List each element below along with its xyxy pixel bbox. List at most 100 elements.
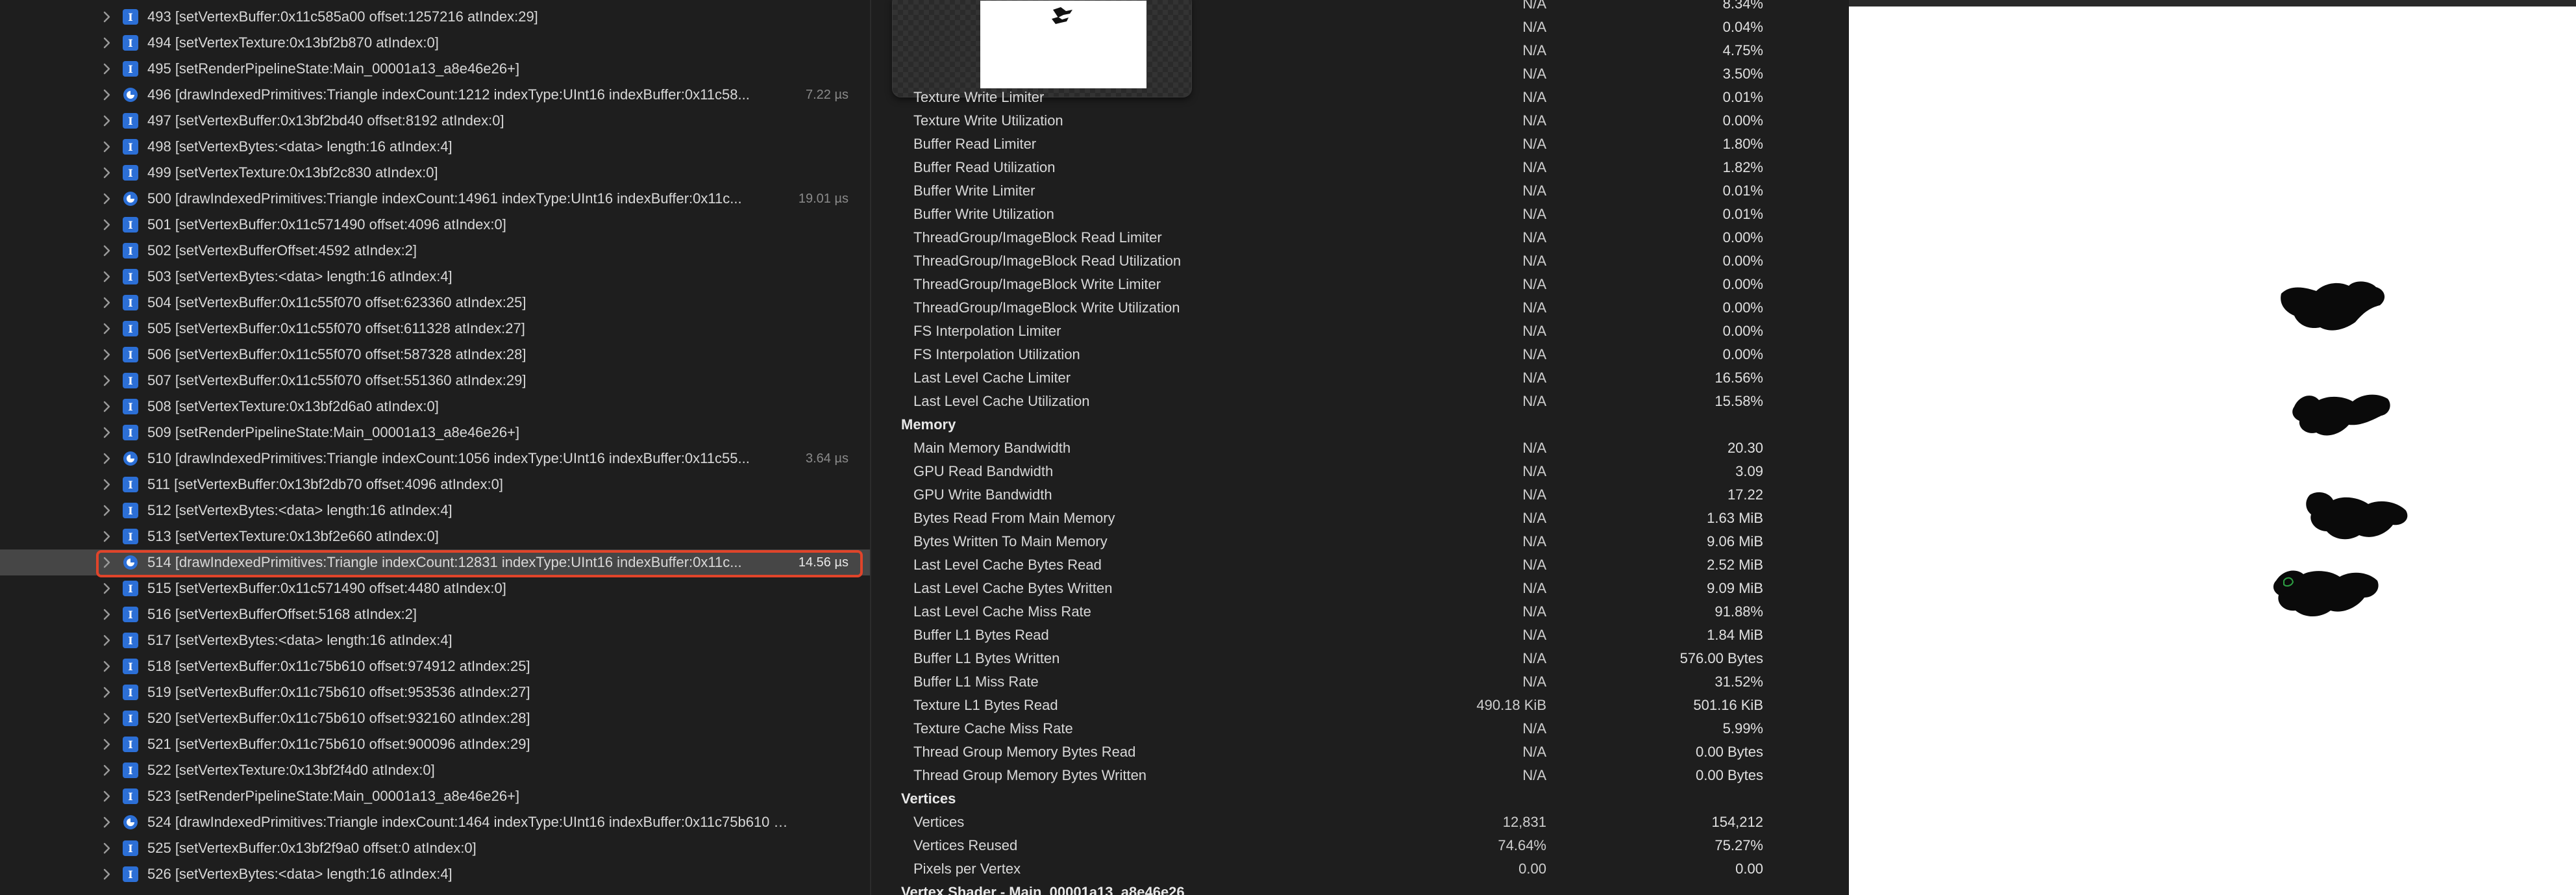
chevron-right-icon[interactable] xyxy=(103,866,112,882)
chevron-right-icon[interactable] xyxy=(103,61,112,77)
command-row[interactable]: I 498 [setVertexBytes:<data> length:16 at… xyxy=(0,134,870,160)
chevron-right-icon[interactable] xyxy=(103,581,112,596)
chevron-right-icon[interactable] xyxy=(103,217,112,233)
chevron-right-icon[interactable] xyxy=(103,685,112,700)
chevron-right-icon[interactable] xyxy=(103,503,112,518)
command-row[interactable]: I 502 [setVertexBufferOffset:4592 atIndex… xyxy=(0,238,870,264)
command-row[interactable]: I 508 [setVertexTexture:0x13bf2d6a0 atInd… xyxy=(0,394,870,420)
counter-row[interactable]: N/A 4.75% xyxy=(871,39,1850,62)
chevron-right-icon[interactable] xyxy=(103,633,112,648)
chevron-right-icon[interactable] xyxy=(103,295,112,310)
counter-row[interactable]: FS Interpolation Limiter N/A 0.00% xyxy=(871,320,1850,343)
chevron-right-icon[interactable] xyxy=(103,243,112,258)
command-row[interactable]: I 505 [setVertexBuffer:0x11c55f070 offset… xyxy=(0,316,870,342)
draw-call-row[interactable]: 496 [drawIndexedPrimitives:Triangle inde… xyxy=(0,82,870,108)
render-viewport[interactable] xyxy=(1849,0,2576,895)
command-row[interactable]: I 518 [setVertexBuffer:0x11c75b610 offset… xyxy=(0,653,870,679)
chevron-right-icon[interactable] xyxy=(103,477,112,492)
counter-row[interactable]: ThreadGroup/ImageBlock Write Limiter N/A 0… xyxy=(871,273,1850,296)
chevron-right-icon[interactable] xyxy=(103,35,112,51)
command-row[interactable]: I 522 [setVertexTexture:0x13bf2f4d0 atInd… xyxy=(0,757,870,783)
chevron-right-icon[interactable] xyxy=(103,659,112,674)
chevron-right-icon[interactable] xyxy=(103,763,112,778)
draw-call-row[interactable]: 514 [drawIndexedPrimitives:Triangle inde… xyxy=(0,549,870,577)
counter-row[interactable]: Texture L1 Bytes Read 490.18 KiB 501.16 Ki… xyxy=(871,694,1850,717)
counter-row[interactable]: Last Level Cache Utilization N/A 15.58% xyxy=(871,390,1850,413)
chevron-right-icon[interactable] xyxy=(103,191,112,207)
counter-row[interactable]: Texture Write Limiter N/A 0.01% xyxy=(871,86,1850,109)
counter-row[interactable]: N/A 8.34% xyxy=(871,0,1850,16)
chevron-right-icon[interactable] xyxy=(103,737,112,752)
chevron-right-icon[interactable] xyxy=(103,165,112,181)
command-row[interactable]: I 494 [setVertexTexture:0x13bf2b870 atInd… xyxy=(0,30,870,56)
counter-row[interactable]: Buffer Read Limiter N/A 1.80% xyxy=(871,132,1850,156)
command-row[interactable]: I 503 [setVertexBytes:<data> length:16 at… xyxy=(0,264,870,290)
counter-row[interactable]: ThreadGroup/ImageBlock Write Utilization… xyxy=(871,296,1850,320)
chevron-right-icon[interactable] xyxy=(103,451,112,466)
chevron-right-icon[interactable] xyxy=(103,711,112,726)
command-row[interactable]: I 504 [setVertexBuffer:0x11c55f070 offset… xyxy=(0,290,870,316)
chevron-right-icon[interactable] xyxy=(103,87,112,103)
draw-call-row[interactable]: 510 [drawIndexedPrimitives:Triangle inde… xyxy=(0,446,870,472)
counter-row[interactable]: GPU Read Bandwidth N/A 3.09 xyxy=(871,460,1850,483)
chevron-right-icon[interactable] xyxy=(103,9,112,25)
command-row[interactable]: I 501 [setVertexBuffer:0x11c571490 offset… xyxy=(0,212,870,238)
section-header-vertices[interactable]: Vertices xyxy=(901,787,956,811)
counter-row[interactable]: Buffer Write Utilization N/A 0.01% xyxy=(871,203,1850,226)
command-row[interactable]: I 509 [setRenderPipelineState:Main_00001a… xyxy=(0,420,870,446)
draw-call-row[interactable]: 524 [drawIndexedPrimitives:Triangle inde… xyxy=(0,809,870,835)
counter-row[interactable]: Texture Write Utilization N/A 0.00% xyxy=(871,109,1850,132)
command-row[interactable]: I 517 [setVertexBytes:<data> length:16 at… xyxy=(0,627,870,653)
counter-row[interactable]: Vertices 12,831 154,212 xyxy=(871,811,1850,834)
command-row[interactable]: I 513 [setVertexTexture:0x13bf2e660 atInd… xyxy=(0,523,870,549)
chevron-right-icon[interactable] xyxy=(103,269,112,284)
command-row[interactable]: I 525 [setVertexBuffer:0x13bf2f9a0 offset… xyxy=(0,835,870,861)
chevron-right-icon[interactable] xyxy=(103,814,112,830)
counter-row[interactable]: N/A 3.50% xyxy=(871,62,1850,86)
command-row[interactable]: I 499 [setVertexTexture:0x13bf2c830 atInd… xyxy=(0,160,870,186)
command-row[interactable]: I 507 [setVertexBuffer:0x11c55f070 offset… xyxy=(0,368,870,394)
counter-row[interactable]: Last Level Cache Limiter N/A 16.56% xyxy=(871,366,1850,390)
chevron-right-icon[interactable] xyxy=(103,347,112,362)
section-header-vertex-shader[interactable]: Vertex Shader - Main_00001a13_a8e46e26 xyxy=(901,881,1185,895)
counter-row[interactable]: Texture Cache Miss Rate N/A 5.99% xyxy=(871,717,1850,740)
counter-row[interactable]: Last Level Cache Bytes Read N/A 2.52 MiB xyxy=(871,553,1850,577)
counter-row[interactable]: Bytes Written To Main Memory N/A 9.06 MiB xyxy=(871,530,1850,553)
section-header-memory[interactable]: Memory xyxy=(901,413,956,436)
command-row[interactable]: I 519 [setVertexBuffer:0x11c75b610 offset… xyxy=(0,679,870,705)
chevron-right-icon[interactable] xyxy=(103,113,112,129)
counter-row[interactable]: Thread Group Memory Bytes Read N/A 0.00 By… xyxy=(871,740,1850,764)
counter-row[interactable]: Buffer Read Utilization N/A 1.82% xyxy=(871,156,1850,179)
chevron-right-icon[interactable] xyxy=(103,321,112,336)
chevron-right-icon[interactable] xyxy=(103,607,112,622)
counter-row[interactable]: Bytes Read From Main Memory N/A 1.63 MiB xyxy=(871,507,1850,530)
counter-row[interactable]: N/A 0.04% xyxy=(871,16,1850,39)
chevron-right-icon[interactable] xyxy=(103,399,112,414)
counter-row[interactable]: GPU Write Bandwidth N/A 17.22 xyxy=(871,483,1850,507)
counter-row[interactable]: Buffer L1 Miss Rate N/A 31.52% xyxy=(871,670,1850,694)
command-row[interactable]: I 526 [setVertexBytes:<data> length:16 at… xyxy=(0,861,870,887)
counter-row[interactable]: ThreadGroup/ImageBlock Read Limiter N/A 0.… xyxy=(871,226,1850,249)
chevron-right-icon[interactable] xyxy=(103,840,112,856)
chevron-right-icon[interactable] xyxy=(103,788,112,804)
command-row[interactable]: I 523 [setRenderPipelineState:Main_00001a… xyxy=(0,783,870,809)
command-row[interactable]: I 521 [setVertexBuffer:0x11c75b610 offset… xyxy=(0,731,870,757)
counter-row[interactable]: Last Level Cache Miss Rate N/A 91.88% xyxy=(871,600,1850,624)
command-row[interactable]: I 520 [setVertexBuffer:0x11c75b610 offset… xyxy=(0,705,870,731)
counter-row[interactable]: Buffer Write Limiter N/A 0.01% xyxy=(871,179,1850,203)
chevron-right-icon[interactable] xyxy=(103,529,112,544)
counter-row[interactable]: Pixels per Vertex 0.00 0.00 xyxy=(871,857,1850,881)
command-list[interactable]: I 493 [setVertexBuffer:0x11c585a00 offset… xyxy=(0,0,870,895)
counter-row[interactable]: Vertices Reused 74.64% 75.27% xyxy=(871,834,1850,857)
command-row[interactable]: I 493 [setVertexBuffer:0x11c585a00 offset… xyxy=(0,4,870,30)
command-row[interactable]: I 497 [setVertexBuffer:0x13bf2bd40 offset… xyxy=(0,108,870,134)
counter-row[interactable]: Buffer L1 Bytes Read N/A 1.84 MiB xyxy=(871,624,1850,647)
chevron-right-icon[interactable] xyxy=(103,373,112,388)
counter-row[interactable]: FS Interpolation Utilization N/A 0.00% xyxy=(871,343,1850,366)
command-row[interactable]: I 506 [setVertexBuffer:0x11c55f070 offset… xyxy=(0,342,870,368)
chevron-right-icon[interactable] xyxy=(103,555,112,570)
counter-row[interactable]: Last Level Cache Bytes Written N/A 9.09 Mi… xyxy=(871,577,1850,600)
counter-row[interactable]: Buffer L1 Bytes Written N/A 576.00 Bytes xyxy=(871,647,1850,670)
command-row[interactable]: I 512 [setVertexBytes:<data> length:16 at… xyxy=(0,498,870,523)
chevron-right-icon[interactable] xyxy=(103,139,112,155)
